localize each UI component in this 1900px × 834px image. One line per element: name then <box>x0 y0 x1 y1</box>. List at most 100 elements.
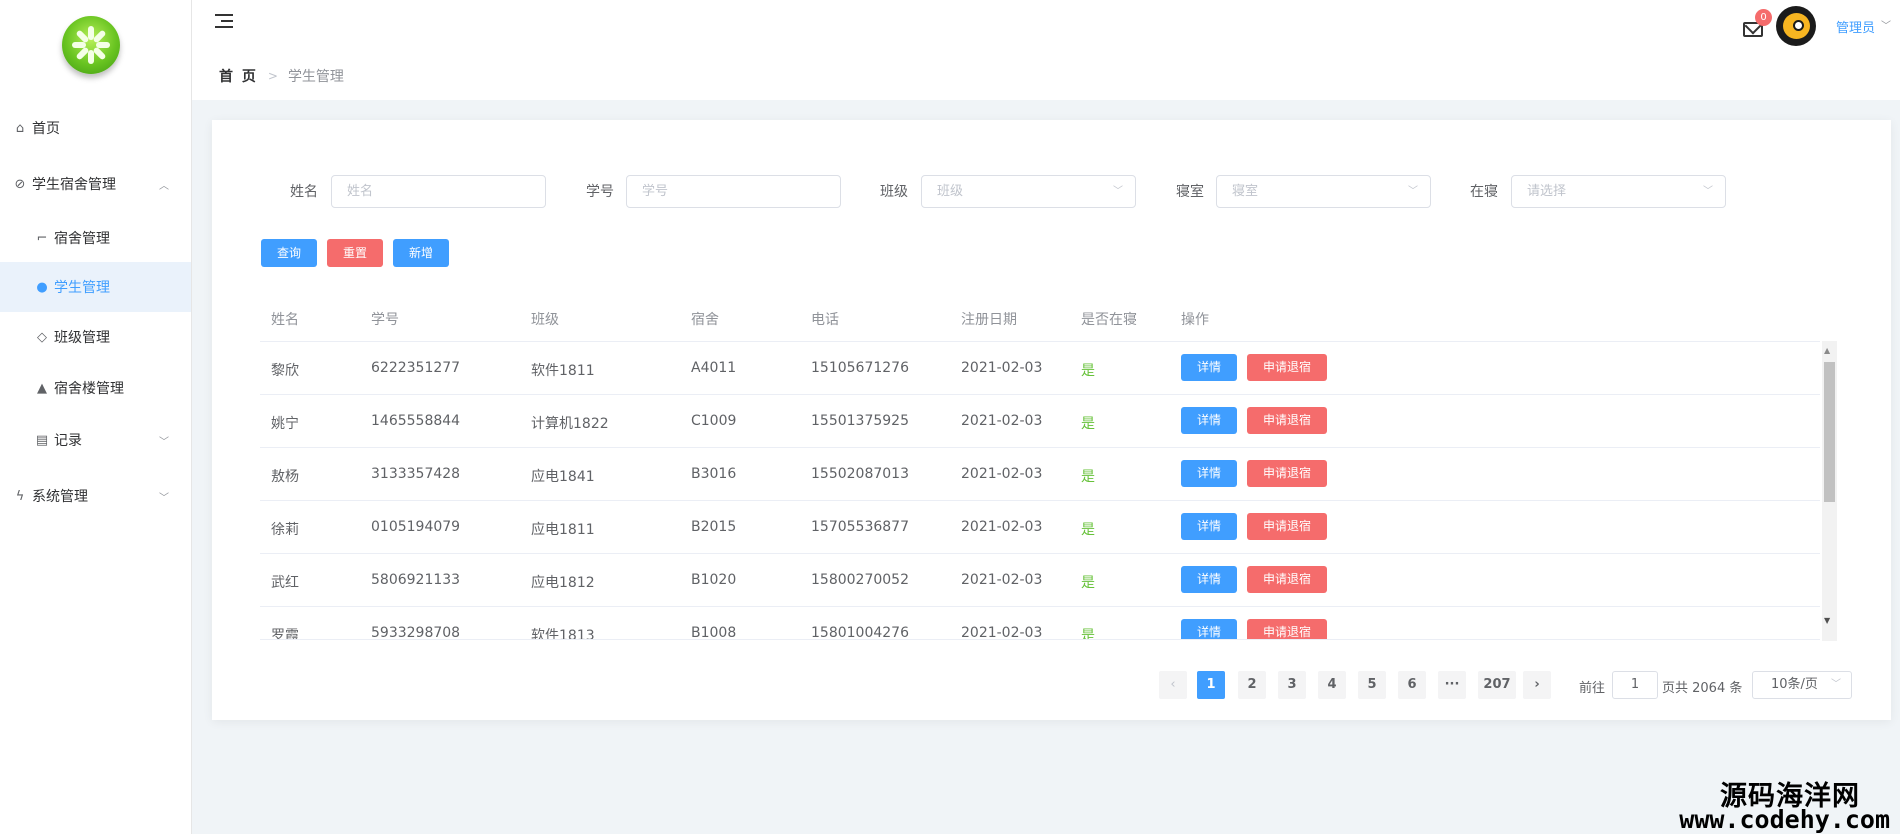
add-button[interactable]: 新增 <box>393 239 449 267</box>
sidebar-item-label: 系统管理 <box>32 489 88 505</box>
detail-button[interactable]: 详情 <box>1181 460 1237 487</box>
cell-name: 武红 <box>271 575 299 591</box>
cell-in-dorm: 是 <box>1081 469 1095 485</box>
cell-dorm: B1020 <box>691 572 737 588</box>
name-input[interactable]: 姓名 <box>331 175 546 208</box>
sidebar-item-classes[interactable]: ◇ 班级管理 <box>0 312 191 362</box>
row-divider <box>260 447 1820 448</box>
in-dorm-select-placeholder: 请选择 <box>1527 184 1567 199</box>
cell-in-dorm: 是 <box>1081 363 1095 379</box>
cell-dorm: B3016 <box>691 466 737 482</box>
avatar[interactable] <box>1776 6 1816 46</box>
next-page-button[interactable]: › <box>1523 671 1551 699</box>
sidebar-item-label: 记录 <box>54 433 82 449</box>
sidebar-item-students[interactable]: ● 学生管理 <box>0 262 191 312</box>
cell-dorm: C1009 <box>691 413 737 429</box>
top-header: 首 页 > 学生管理 0 管理员 ﹀ <box>192 0 1900 100</box>
cell-date: 2021-02-03 <box>961 360 1043 376</box>
page-2[interactable]: 2 <box>1238 671 1266 699</box>
watermark-url: www.codehy.com <box>1679 805 1890 834</box>
breadcrumb-separator-icon: > <box>267 69 278 83</box>
total-text: 页共 2064 条 <box>1662 681 1743 696</box>
query-button[interactable]: 查询 <box>261 239 317 267</box>
cell-class: 应电1811 <box>531 522 595 538</box>
cell-in-dorm: 是 <box>1081 416 1095 432</box>
filter-student-no-label: 学号 <box>586 184 614 200</box>
chevron-down-icon: ﹀ <box>159 436 169 448</box>
chevron-down-icon: ﹀ <box>1408 186 1418 197</box>
breadcrumb: 首 页 > 学生管理 <box>219 66 344 86</box>
checkout-button[interactable]: 申请退宿 <box>1247 354 1327 381</box>
cell-class: 软件1811 <box>531 363 595 379</box>
breadcrumb-home[interactable]: 首 页 <box>219 66 258 86</box>
cell-name: 敖杨 <box>271 469 299 485</box>
in-dorm-select[interactable]: 请选择 ﹀ <box>1511 175 1726 208</box>
cell-name: 徐莉 <box>271 522 299 538</box>
column-header-actions: 操作 <box>1181 312 1209 328</box>
main-card <box>212 120 1891 720</box>
filter-in-dorm-label: 在寝 <box>1470 184 1498 200</box>
page-3[interactable]: 3 <box>1278 671 1306 699</box>
detail-button[interactable]: 详情 <box>1181 407 1237 434</box>
scrollbar-thumb[interactable] <box>1824 362 1835 502</box>
checkout-button[interactable]: 申请退宿 <box>1247 513 1327 540</box>
sidebar-item-home[interactable]: ⌂ 首页 <box>0 103 191 153</box>
column-header-phone: 电话 <box>811 312 839 328</box>
sidebar-item-label: 班级管理 <box>54 330 110 346</box>
chevron-down-icon: ﹀ <box>159 492 169 504</box>
page-6[interactable]: 6 <box>1398 671 1426 699</box>
page-last[interactable]: 207 <box>1478 671 1516 699</box>
column-header-in-dorm: 是否在寝 <box>1081 312 1137 328</box>
sidebar-item-system[interactable]: ϟ 系统管理 ﹀ <box>0 471 191 521</box>
building-icon: ▲ <box>37 380 47 396</box>
sidebar-item-buildings[interactable]: ▲ 宿舍楼管理 <box>0 363 191 413</box>
reset-button[interactable]: 重置 <box>327 239 383 267</box>
more-pages-button[interactable]: ··· <box>1438 671 1466 699</box>
detail-button[interactable]: 详情 <box>1181 354 1237 381</box>
sidebar-item-dorm-management[interactable]: ⊘ 学生宿舍管理 ︿ <box>0 159 191 209</box>
class-select[interactable]: 班级 ﹀ <box>921 175 1136 208</box>
logo <box>62 16 120 74</box>
page-size-select[interactable]: 10条/页 ﹀ <box>1752 671 1852 699</box>
chevron-up-icon: ︿ <box>159 180 169 192</box>
document-icon: ▤ <box>35 432 49 448</box>
chevron-down-icon: ﹀ <box>1113 186 1123 197</box>
dorm-select[interactable]: 寝室 ﹀ <box>1216 175 1431 208</box>
cell-name: 姚宁 <box>271 416 299 432</box>
detail-button[interactable]: 详情 <box>1181 513 1237 540</box>
goto-page-input[interactable]: 1 <box>1612 671 1658 699</box>
scroll-up-icon[interactable]: ▲ <box>1824 346 1830 355</box>
user-name[interactable]: 管理员 <box>1836 17 1875 36</box>
cell-student-no: 0105194079 <box>371 519 461 535</box>
cell-student-no: 6222351277 <box>371 360 461 376</box>
checkout-button[interactable]: 申请退宿 <box>1247 460 1327 487</box>
prev-page-button[interactable]: ‹ <box>1159 671 1187 699</box>
collapse-menu-icon[interactable] <box>215 12 237 30</box>
cell-class: 应电1841 <box>531 469 595 485</box>
column-header-name: 姓名 <box>271 312 299 328</box>
checkout-button[interactable]: 申请退宿 <box>1247 566 1327 593</box>
chevron-down-icon[interactable]: ﹀ <box>1881 17 1891 32</box>
checkout-button[interactable]: 申请退宿 <box>1247 407 1327 434</box>
sidebar-item-dorms[interactable]: ⌐ 宿舍管理 <box>0 213 191 263</box>
cell-dorm: A4011 <box>691 360 737 376</box>
page-5[interactable]: 5 <box>1358 671 1386 699</box>
student-no-input[interactable]: 学号 <box>626 175 841 208</box>
sidebar-item-records[interactable]: ▤ 记录 ﹀ <box>0 415 191 465</box>
layers-icon: ◇ <box>37 329 47 345</box>
cell-class: 计算机1822 <box>531 416 609 432</box>
sidebar-item-label: 宿舍管理 <box>54 231 110 247</box>
goto-label: 前往 <box>1579 681 1606 696</box>
cell-date: 2021-02-03 <box>961 466 1043 482</box>
cell-name: 黎欣 <box>271 363 299 379</box>
cell-date: 2021-02-03 <box>961 413 1043 429</box>
row-divider <box>260 606 1820 607</box>
sidebar-item-label: 首页 <box>32 121 60 137</box>
page-1[interactable]: 1 <box>1197 671 1225 699</box>
column-header-student-no: 学号 <box>371 312 399 328</box>
cell-phone: 15800270052 <box>811 572 909 588</box>
scroll-down-icon[interactable]: ▼ <box>1824 616 1830 625</box>
table-divider <box>260 341 1820 342</box>
page-4[interactable]: 4 <box>1318 671 1346 699</box>
detail-button[interactable]: 详情 <box>1181 566 1237 593</box>
